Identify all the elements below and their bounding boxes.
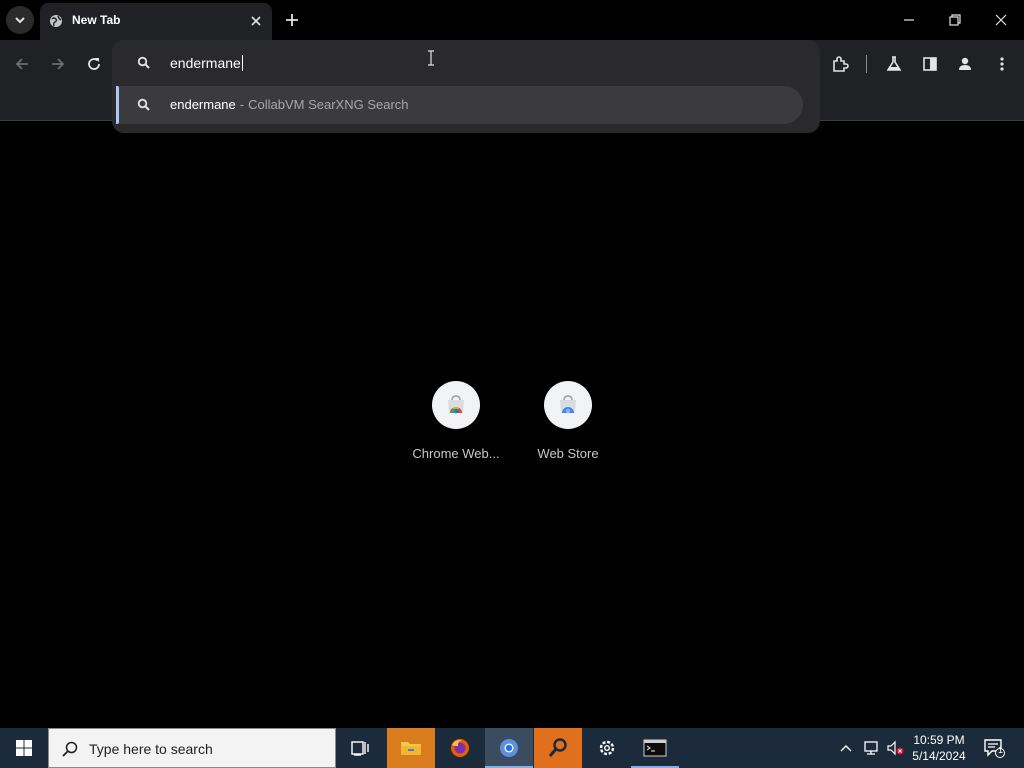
start-button[interactable] [0, 728, 48, 768]
omnibox[interactable]: endermane endermane - CollabVM SearXNG Sea… [112, 40, 820, 133]
file-explorer-icon [401, 742, 421, 755]
clock-time: 10:59 PM [913, 733, 965, 747]
restore-button[interactable] [932, 0, 978, 40]
omnibox-input[interactable]: endermane [170, 53, 243, 73]
suggestion-separator: - [239, 97, 245, 112]
more-menu-icon [1000, 57, 1004, 71]
suggestion-query: endermane [170, 97, 236, 112]
minimize-icon [904, 19, 914, 21]
side-panel-button[interactable] [916, 50, 944, 78]
firefox-button[interactable] [436, 728, 484, 768]
minimize-button[interactable] [886, 0, 932, 40]
settings-button[interactable] [583, 728, 631, 768]
omnibox-input-text: endermane [170, 55, 241, 71]
arrow-left-icon [15, 58, 28, 70]
suggestion-engine: CollabVM SearXNG Search [248, 97, 409, 112]
shortcut-label: Chrome Web... [412, 446, 500, 461]
labs-flask-icon [886, 56, 902, 71]
restore-icon [949, 14, 961, 26]
search-app-icon [548, 738, 567, 757]
tab-new-tab[interactable]: New Tab [40, 3, 272, 40]
chrome-button[interactable] [485, 728, 533, 768]
globe-icon [50, 15, 62, 27]
omnibox-suggestion[interactable]: endermane - CollabVM SearXNG Search [116, 86, 803, 124]
shortcut-label: Web Store [537, 446, 599, 461]
search-icon [137, 56, 150, 69]
show-hidden-icons-button[interactable] [836, 728, 856, 768]
terminal-icon [643, 739, 667, 757]
text-caret [241, 55, 243, 71]
toolbar-divider [866, 55, 867, 73]
task-view-button[interactable] [336, 728, 384, 768]
labs-button[interactable] [880, 50, 908, 78]
task-view-icon [351, 741, 369, 756]
volume-tray-button[interactable] [884, 728, 906, 768]
new-tab-button[interactable] [280, 8, 304, 32]
shortcut-tile [432, 381, 480, 429]
network-tray-button[interactable] [860, 728, 882, 768]
plus-icon [286, 14, 298, 26]
notification-count-badge: 1 [998, 745, 1004, 755]
taskbar-search-box[interactable]: Type here to search [48, 728, 336, 768]
suggestion-text: endermane - CollabVM SearXNG Search [170, 97, 409, 112]
reload-icon [88, 58, 100, 70]
close-icon [251, 16, 261, 26]
windows-logo-icon [16, 740, 32, 756]
network-icon [864, 741, 878, 755]
close-icon [995, 14, 1007, 26]
tab-title: New Tab [72, 13, 121, 27]
extensions-button[interactable] [826, 50, 854, 78]
suggestion-selected-indicator [116, 86, 119, 124]
back-button[interactable] [8, 50, 36, 78]
taskbar: Type here to search 10:59 PM 5/14/2024 1 [0, 728, 1024, 768]
chevron-down-icon [15, 17, 25, 24]
taskbar-search-placeholder: Type here to search [89, 741, 213, 757]
title-bar: New Tab [0, 0, 1024, 40]
profile-button[interactable] [951, 50, 979, 78]
web-store-icon [560, 395, 576, 414]
shortcut-tile [544, 381, 592, 429]
search-icon [62, 741, 78, 757]
reload-button[interactable] [80, 50, 108, 78]
system-clock[interactable]: 10:59 PM 5/14/2024 [906, 732, 972, 764]
terminal-button[interactable] [631, 728, 679, 768]
chrome-web-store-icon [448, 395, 464, 414]
search-app-button[interactable] [534, 728, 582, 768]
chrome-icon [500, 739, 518, 757]
settings-icon [599, 740, 615, 756]
search-icon [137, 98, 150, 111]
notification-center-button[interactable]: 1 [976, 728, 1012, 768]
forward-button[interactable] [44, 50, 72, 78]
tab-close-button[interactable] [247, 12, 265, 30]
text-cursor-icon [428, 50, 434, 66]
more-menu-button[interactable] [988, 50, 1016, 78]
side-panel-icon [923, 57, 937, 71]
extensions-icon [833, 56, 849, 72]
shortcut-chrome-web-store[interactable]: Chrome Web... [400, 381, 512, 471]
file-explorer-button[interactable] [387, 728, 435, 768]
chevron-up-icon [840, 745, 852, 752]
arrow-right-icon [52, 58, 65, 70]
shortcut-web-store[interactable]: Web Store [512, 381, 624, 471]
volume-muted-icon [887, 740, 904, 756]
tab-search-button[interactable] [6, 6, 34, 34]
firefox-icon [451, 739, 469, 757]
profile-icon [959, 57, 971, 70]
clock-date: 5/14/2024 [912, 749, 966, 763]
close-window-button[interactable] [978, 0, 1024, 40]
